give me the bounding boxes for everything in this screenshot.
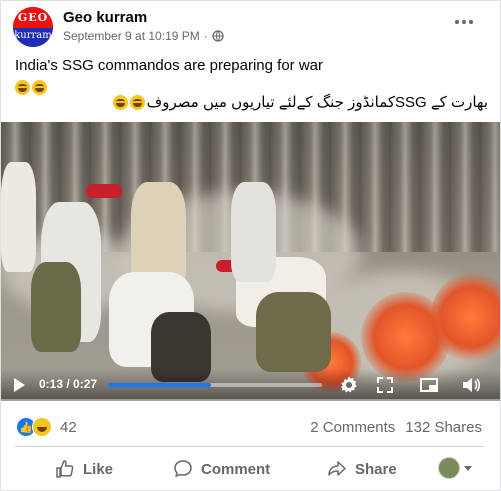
laughing-emoji-icon — [15, 80, 30, 95]
post-timestamp[interactable]: September 9 at 10:19 PM — [63, 29, 200, 43]
play-icon[interactable] — [14, 378, 25, 392]
pip-icon[interactable] — [419, 375, 439, 395]
comments-count-link[interactable]: 2 Comments — [310, 419, 395, 436]
comment-icon — [174, 460, 192, 477]
emoji-row — [15, 80, 47, 95]
fullscreen-icon[interactable] — [375, 375, 395, 395]
volume-icon[interactable] — [461, 375, 481, 395]
shares-count-link[interactable]: 132 Shares — [405, 419, 482, 436]
laughing-emoji-icon — [129, 94, 145, 110]
divider — [15, 446, 484, 447]
page-avatar[interactable]: GEO kurram — [13, 7, 53, 47]
post-stats: 2 Comments 132 Shares — [310, 419, 482, 436]
video-time: 0:13 / 0:27 — [39, 377, 98, 391]
video-duration: 0:27 — [73, 377, 98, 391]
reactions-summary[interactable]: 👍 42 — [17, 417, 77, 437]
more-dots-icon — [455, 20, 459, 24]
share-icon — [328, 461, 346, 476]
settings-icon[interactable] — [339, 375, 359, 395]
post-meta: September 9 at 10:19 PM · — [63, 29, 224, 43]
chevron-down-icon — [464, 465, 472, 471]
avatar-logo-top: GEO — [17, 11, 49, 24]
post-card: GEO kurram Geo kurram September 9 at 10:… — [0, 0, 501, 491]
urdu-text: بھارت کے SSGکمانڈوز جنگ کےلئے تیاریوں می… — [146, 94, 488, 111]
comment-button[interactable]: Comment — [173, 458, 270, 480]
comment-label: Comment — [201, 460, 271, 478]
separator-dot: · — [203, 29, 208, 43]
account-selector[interactable] — [438, 457, 472, 479]
laughing-emoji-icon — [32, 80, 47, 95]
reaction-count: 42 — [60, 418, 77, 436]
share-button[interactable]: Share — [327, 458, 397, 480]
globe-icon[interactable] — [212, 30, 224, 42]
video-current-time: 0:13 — [39, 377, 64, 391]
haha-reaction-icon — [32, 417, 52, 437]
post-text-urdu: بھارت کے SSGکمانڈوز جنگ کےلئے تیاریوں می… — [112, 93, 488, 111]
page-name-link[interactable]: Geo kurram — [63, 9, 147, 26]
like-button[interactable]: Like — [55, 458, 113, 480]
video-player[interactable] — [1, 122, 500, 401]
account-avatar-icon — [438, 457, 460, 479]
thumbs-up-icon — [56, 460, 74, 478]
more-options-button[interactable] — [455, 15, 479, 29]
avatar-logo-bottom: kurram — [14, 30, 52, 41]
like-label: Like — [83, 460, 114, 478]
post-text-english: India's SSG commandos are preparing for … — [15, 57, 324, 74]
share-label: Share — [355, 460, 397, 478]
video-progress-fill — [108, 383, 211, 387]
laughing-emoji-icon — [112, 94, 128, 110]
video-progress-track[interactable] — [108, 383, 322, 387]
